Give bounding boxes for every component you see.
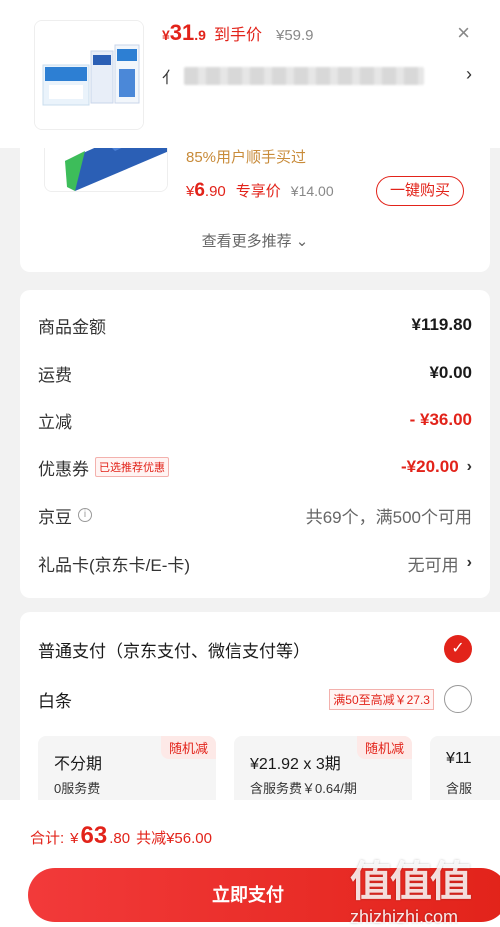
final-price: ¥31.9 [162, 20, 206, 46]
baitiao-promo-badge: 满50至高减￥27.3 [329, 688, 434, 710]
total-label: 合计: [30, 830, 65, 847]
checkout-sheet: 85%用户顺手买过 ¥6.90 专享价 ¥14.00 一键购买 查看更多推荐 ⌄ [0, 0, 500, 927]
row-label: 京豆 [38, 507, 72, 527]
currency-symbol: ¥ [70, 830, 79, 847]
price-decimal: .90 [204, 183, 226, 200]
payment-card: 普通支付（京东支付、微信支付等） ✓ 白条 满50至高减￥27.3 随机减 不分… [20, 612, 500, 812]
installment-subtitle: 含服 [446, 781, 473, 796]
product-thumbnail[interactable] [34, 20, 144, 130]
chevron-right-icon[interactable]: › [466, 64, 472, 85]
row-value: 共69个，满500个可用 [305, 507, 472, 527]
price-line: ¥31.9 到手价 ¥59.9 [162, 20, 314, 46]
price-integer: 6 [194, 180, 205, 201]
coupon-badge: 已选推荐优惠 [95, 457, 169, 477]
row-shipping: 运费 ¥0.00 [38, 358, 472, 388]
site-watermark: 值值值 zhizhizhi.com [350, 848, 490, 927]
row-label: 优惠券 [38, 459, 89, 479]
row-label: 立减 [38, 412, 72, 432]
payment-method-normal[interactable]: 普通支付（京东支付、微信支付等） ✓ [38, 634, 472, 664]
row-value: ¥0.00 [429, 363, 472, 382]
cost-breakdown-card: 商品金额 ¥119.80 运费 ¥0.00 立减 - ¥36.00 优惠券 已选… [20, 290, 490, 598]
chevron-right-icon: › [466, 458, 472, 475]
payment-method-baitiao[interactable]: 白条 满50至高减￥27.3 [38, 684, 472, 714]
original-price: ¥59.9 [275, 27, 314, 44]
radio-button[interactable] [444, 685, 472, 713]
row-value: - ¥36.00 [409, 410, 472, 429]
row-label: 礼品卡(京东卡/E-卡) [38, 555, 191, 575]
row-value: 无可用 [407, 555, 459, 575]
chevron-right-icon: › [466, 554, 472, 571]
price-tag: 专享价 [235, 183, 281, 200]
address-prefix: 亻 [162, 70, 179, 87]
chevron-down-icon: ⌄ [295, 233, 309, 250]
installment-title: ¥21.92 x 3期 [250, 756, 341, 773]
blurred-address [184, 67, 425, 85]
checkmark-icon[interactable]: ✓ [444, 635, 472, 663]
row-jd-beans: 京豆 i 共69个，满500个可用 [38, 500, 472, 530]
installment-title: ¥11 [446, 750, 472, 767]
recommend-price: ¥6.90 专享价 ¥14.00 [186, 180, 334, 202]
arrive-price-label: 到手价 [213, 27, 262, 44]
price-integer: 31 [169, 20, 195, 45]
total-saved: 共减¥56.00 [136, 830, 212, 847]
see-more-label: 查看更多推荐 [201, 233, 292, 250]
total-line: 合计: ¥ 63 .80 共减¥56.00 [30, 822, 212, 850]
payment-method-label: 白条 [38, 691, 72, 711]
row-instant-discount: 立减 - ¥36.00 [38, 405, 472, 435]
one-click-buy-button[interactable]: 一键购买 [376, 176, 464, 206]
row-value: ¥119.80 [411, 315, 472, 334]
installment-subtitle: 含服务费￥0.64/期 [250, 781, 357, 796]
installment-title: 不分期 [54, 756, 103, 773]
payment-method-label: 普通支付（京东支付、微信支付等） [38, 641, 310, 661]
close-icon[interactable]: × [457, 20, 470, 46]
row-gift-card[interactable]: 礼品卡(京东卡/E-卡) 无可用 › [38, 548, 472, 578]
see-more-recommend-link[interactable]: 查看更多推荐 ⌄ [20, 230, 490, 251]
info-icon[interactable]: i [78, 508, 92, 522]
installment-subtitle: 0服务费 [54, 781, 101, 796]
price-decimal: .9 [194, 27, 206, 43]
old-price: ¥14.00 [290, 183, 334, 199]
row-value: -¥20.00 [401, 457, 459, 476]
total-decimal: .80 [109, 830, 131, 847]
row-label: 商品金额 [38, 317, 106, 337]
total-integer: 63 [80, 822, 108, 849]
currency-symbol: ¥ [162, 27, 170, 43]
recommend-subtitle: 85%用户顺手买过 [186, 149, 307, 166]
row-label: 运费 [38, 365, 72, 385]
random-discount-tag: 随机减 [160, 736, 216, 759]
watermark-logo: 值值值 [350, 858, 472, 905]
product-header: ¥31.9 到手价 ¥59.9 × 亻 › [0, 0, 500, 148]
address-line[interactable]: 亻 [162, 62, 452, 90]
row-coupon[interactable]: 优惠券 已选推荐优惠 -¥20.00 › [38, 452, 472, 482]
watermark-text: zhizhizhi.com [350, 907, 459, 927]
row-goods-amount: 商品金额 ¥119.80 [38, 310, 472, 340]
random-discount-tag: 随机减 [356, 736, 412, 759]
